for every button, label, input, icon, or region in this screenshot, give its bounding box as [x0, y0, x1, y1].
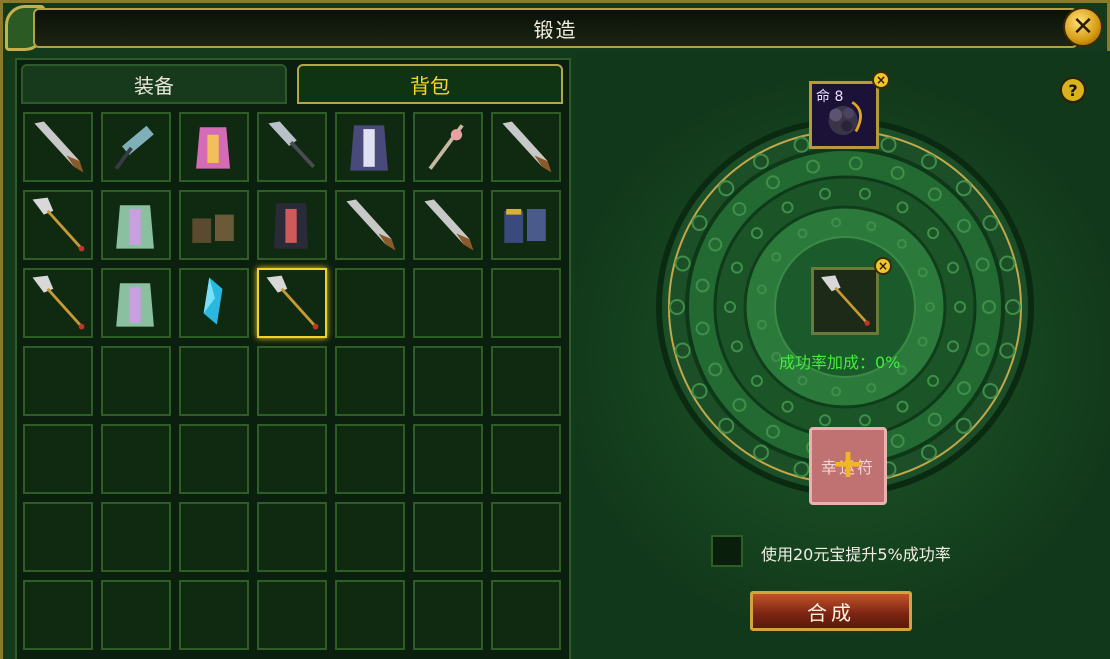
inventory-slot[interactable]	[101, 112, 171, 182]
inventory-slot[interactable]	[257, 424, 327, 494]
inventory-slot[interactable]	[491, 502, 561, 572]
inventory-slot[interactable]	[101, 502, 171, 572]
inventory-slot[interactable]	[257, 502, 327, 572]
help-icon[interactable]: ?	[1060, 77, 1086, 103]
inventory-slot[interactable]	[101, 346, 171, 416]
inventory-slot[interactable]	[491, 424, 561, 494]
inventory-slot[interactable]	[23, 346, 93, 416]
inventory-slot[interactable]	[491, 112, 561, 182]
crystal-icon	[203, 277, 223, 325]
window-title: 锻造	[533, 17, 578, 42]
inventory-slot[interactable]	[257, 112, 327, 182]
robe-green-icon	[116, 283, 154, 327]
inventory-slot[interactable]	[257, 580, 327, 650]
close-button[interactable]: ✕	[1063, 7, 1103, 47]
inventory-slot[interactable]	[491, 346, 561, 416]
inventory-slot[interactable]	[413, 112, 483, 182]
boots-blue-icon	[504, 208, 546, 243]
inventory-slot[interactable]	[335, 424, 405, 494]
inventory-slot[interactable]	[257, 190, 327, 260]
merge-button[interactable]: 合成	[750, 591, 912, 631]
close-icon: ✕	[1072, 12, 1094, 42]
inventory-slot[interactable]	[335, 268, 405, 338]
inventory-slot[interactable]	[491, 268, 561, 338]
robe-pink-icon	[196, 127, 231, 169]
inventory-slot[interactable]	[335, 580, 405, 650]
inventory-slot[interactable]	[257, 268, 327, 338]
golden-sword-icon	[32, 275, 85, 330]
inventory-slot[interactable]	[23, 190, 93, 260]
inventory-slot[interactable]	[413, 580, 483, 650]
remove-target-button[interactable]: ×	[874, 257, 892, 275]
inventory-slot[interactable]	[179, 190, 249, 260]
dagger-icon	[268, 121, 316, 169]
inventory-slot[interactable]	[101, 580, 171, 650]
forge-panel: ? 命 8 × × 成功率加成：0% 幸运符 + 使用20元宝提升5%成功率 合…	[575, 51, 1110, 659]
inventory-slot[interactable]	[179, 502, 249, 572]
armor-robe-icon	[350, 125, 388, 171]
inventory-slot[interactable]	[101, 190, 171, 260]
material-slot[interactable]: 命 8	[809, 81, 879, 149]
lucky-charm-slot[interactable]: 幸运符 +	[809, 427, 887, 505]
golden-sword-icon	[266, 275, 319, 330]
inventory-slot[interactable]	[491, 580, 561, 650]
rapier-icon	[428, 124, 464, 170]
title-bar: 锻造	[33, 8, 1078, 48]
inventory-slot[interactable]	[413, 502, 483, 572]
inventory-slot[interactable]	[179, 268, 249, 338]
inventory-slot[interactable]	[23, 112, 93, 182]
robe-green-icon	[116, 205, 154, 249]
sword-icon	[424, 199, 474, 251]
boots-icon	[192, 214, 234, 243]
tab-equipment[interactable]: 装备	[21, 64, 287, 104]
sword-icon	[346, 199, 396, 251]
remove-material-button[interactable]: ×	[872, 71, 890, 89]
sword-icon	[502, 121, 552, 173]
inventory-slot[interactable]	[23, 268, 93, 338]
plus-icon: +	[831, 441, 865, 487]
inventory-slot[interactable]	[23, 424, 93, 494]
golden-sword-icon	[32, 197, 85, 252]
inventory-slot[interactable]	[179, 424, 249, 494]
armor-dark-icon	[274, 203, 309, 249]
inventory-slot[interactable]	[257, 346, 327, 416]
inventory-slot[interactable]	[179, 580, 249, 650]
target-item-slot[interactable]	[811, 267, 879, 335]
inventory-slot[interactable]	[413, 424, 483, 494]
inventory-slot[interactable]	[413, 346, 483, 416]
material-slot-label: 命 8	[816, 89, 844, 105]
tab-bag[interactable]: 背包	[297, 64, 563, 104]
inventory-slot[interactable]	[335, 502, 405, 572]
hammer-icon	[114, 125, 154, 170]
inventory-slot[interactable]	[179, 346, 249, 416]
use-ingot-checkbox[interactable]	[711, 535, 743, 567]
sword-icon	[34, 121, 84, 173]
inventory-slot[interactable]	[179, 112, 249, 182]
inventory-slot[interactable]	[23, 502, 93, 572]
inventory-slot[interactable]	[101, 424, 171, 494]
forge-window: 锻造 ✕ 装备 背包 ? 命 8 × × 成功率加成：0% 幸运符 + 使用20…	[0, 0, 1110, 659]
golden-sword-icon	[821, 275, 870, 326]
inventory-slot[interactable]	[491, 190, 561, 260]
inventory-slot[interactable]	[101, 268, 171, 338]
inventory-slot[interactable]	[335, 190, 405, 260]
inventory-panel: 装备 背包	[15, 58, 571, 659]
inventory-slot[interactable]	[413, 190, 483, 260]
use-ingot-label: 使用20元宝提升5%成功率	[761, 545, 951, 564]
inventory-slot[interactable]	[413, 268, 483, 338]
inventory-slot[interactable]	[23, 580, 93, 650]
inventory-slot[interactable]	[335, 112, 405, 182]
inventory-slot[interactable]	[335, 346, 405, 416]
success-rate-text: 成功率加成：0%	[779, 353, 901, 372]
